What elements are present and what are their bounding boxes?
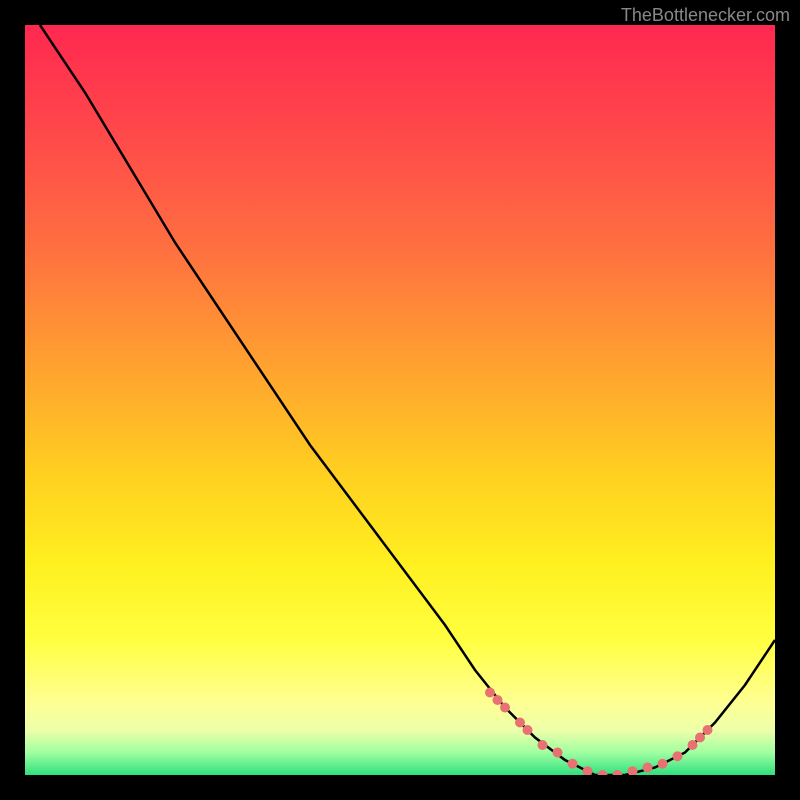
highlight-dot	[598, 770, 608, 775]
highlight-dot	[688, 740, 698, 750]
chart-dots-layer	[25, 25, 775, 775]
highlight-dot	[695, 733, 705, 743]
highlight-dot	[493, 695, 503, 705]
highlight-dot	[673, 751, 683, 761]
highlight-dot	[658, 759, 668, 769]
highlight-dot	[583, 766, 593, 775]
highlight-dot	[515, 718, 525, 728]
highlight-dot	[613, 770, 623, 775]
chart-container	[25, 25, 775, 775]
highlight-dots-group	[485, 688, 713, 776]
watermark-text: TheBottlenecker.com	[621, 5, 790, 26]
highlight-dot	[628, 766, 638, 775]
highlight-dot	[523, 725, 533, 735]
highlight-dot	[538, 740, 548, 750]
highlight-dot	[568, 759, 578, 769]
highlight-dot	[500, 703, 510, 713]
highlight-dot	[485, 688, 495, 698]
highlight-dot	[703, 725, 713, 735]
highlight-dot	[643, 763, 653, 773]
highlight-dot	[553, 748, 563, 758]
